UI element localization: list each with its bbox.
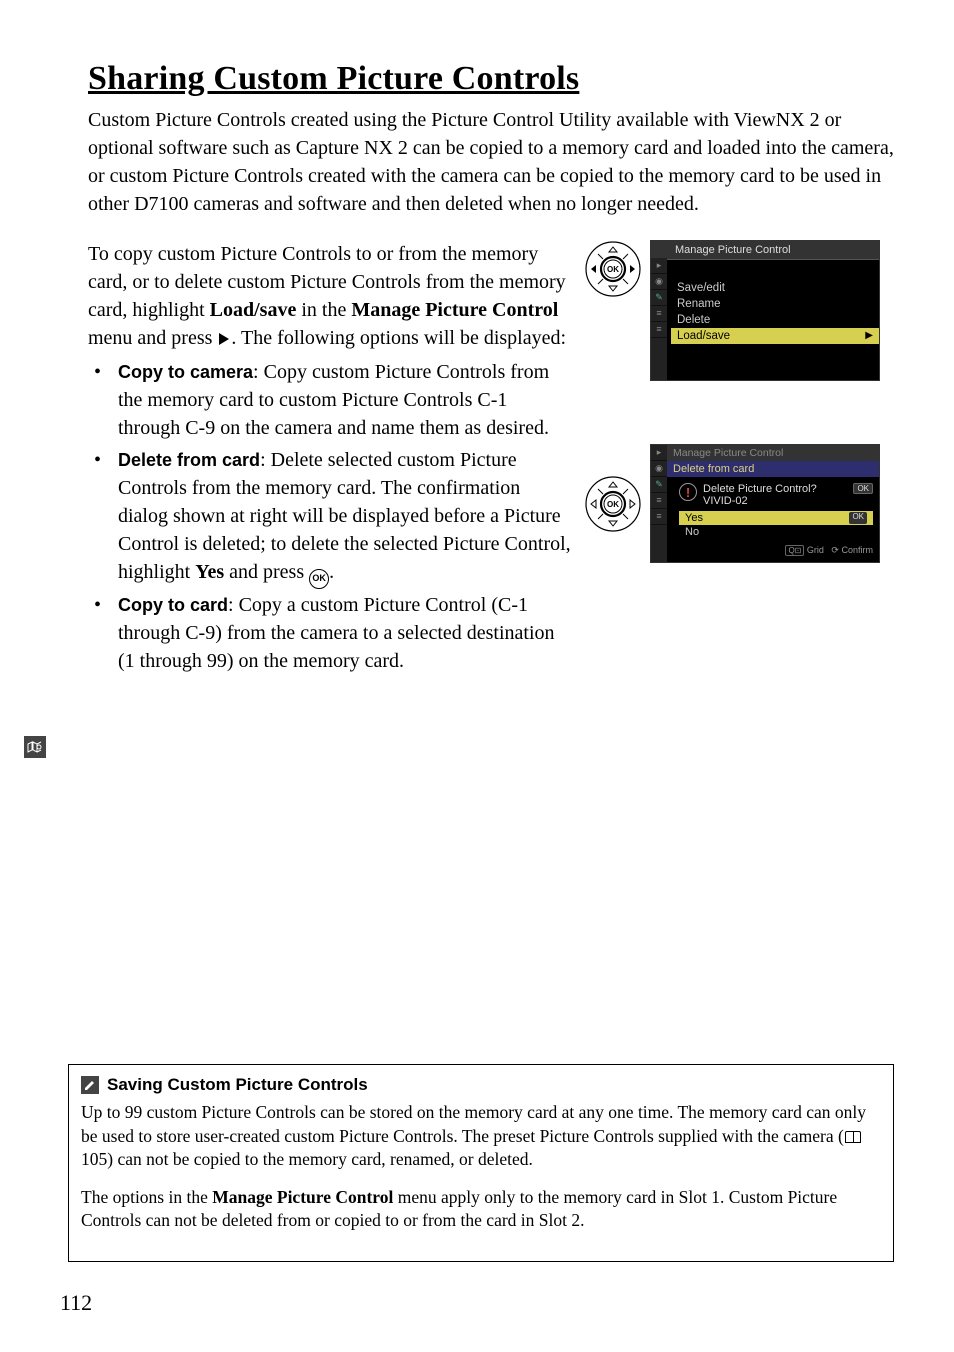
load-save-label: Load/save: [210, 299, 297, 321]
page-title: Sharing Custom Picture Controls: [88, 60, 894, 98]
intro-paragraph: Custom Picture Controls created using th…: [88, 106, 894, 218]
menu1-title: Manage Picture Control: [651, 241, 879, 260]
confirm-yes-label: Yes: [685, 512, 703, 524]
note-title: Saving Custom Picture Controls: [107, 1075, 368, 1095]
note-p2-pre: The options in the: [81, 1187, 212, 1207]
dpad-icon-2: OK: [584, 475, 642, 533]
chevron-right-icon: ▶: [865, 330, 873, 342]
manage-pc-label: Manage Picture Control: [351, 299, 558, 321]
side-icon-4: ≡: [651, 306, 667, 322]
menu1-item-0: Save/edit: [671, 280, 879, 296]
menu1-item-3: Load/save ▶: [671, 328, 879, 344]
footer-grid: Grid: [807, 545, 824, 555]
confirm-footer: Q⊡ Grid ⟳ Confirm: [651, 539, 879, 562]
menu-screenshot-2: Manage Picture Control Delete from card …: [650, 444, 880, 563]
para2-end: . The following options will be displaye…: [231, 327, 566, 349]
pencil-note-icon: [81, 1076, 99, 1094]
exclamation-icon: !: [679, 483, 697, 501]
instruction-paragraph: To copy custom Picture Controls to or fr…: [88, 240, 572, 352]
b3-lead: Copy to card: [118, 595, 228, 615]
m2-side-2: ◉: [651, 461, 667, 477]
m2-side-5: ≡: [651, 509, 667, 525]
bullet-delete-from-card: Delete from card: Delete selected custom…: [88, 446, 572, 589]
svg-text:OK: OK: [607, 265, 619, 274]
menu-side-icons: ▸ ◉ ✎ ≡ ≡: [651, 258, 667, 380]
svg-text:OK: OK: [607, 500, 619, 509]
menu1-item-3-label: Load/save: [677, 330, 730, 342]
menu1-item-2: Delete: [671, 312, 879, 328]
ok-tag-icon: OK: [853, 483, 873, 494]
menu2-subtitle: Delete from card: [651, 461, 879, 477]
bullet-copy-to-card: Copy to card: Copy a custom Picture Cont…: [88, 591, 572, 675]
right-triangle-icon: [219, 333, 229, 345]
b2-lead: Delete from card: [118, 450, 260, 470]
side-icon-5: ≡: [651, 322, 667, 338]
confirm-question: Delete Picture Control?: [703, 483, 817, 495]
section-marker-icon: [24, 736, 46, 758]
note-box: Saving Custom Picture Controls Up to 99 …: [68, 1064, 894, 1262]
note-p1-pre: Up to 99 custom Picture Controls can be …: [81, 1102, 866, 1146]
note-p2-bold: Manage Picture Control: [212, 1187, 393, 1207]
side-icon-1: ▸: [651, 258, 667, 274]
m2-side-1: ▸: [651, 445, 667, 461]
side-icon-3: ✎: [651, 290, 667, 306]
confirm-name: VIVID-02: [703, 495, 817, 507]
para2-mid: in the: [296, 299, 351, 321]
b2-yes: Yes: [195, 561, 224, 583]
confirm-arrow-icon: ⟳: [831, 545, 839, 555]
footer-confirm: Confirm: [841, 545, 873, 555]
ok-tag-icon-2: OK: [849, 512, 867, 524]
dpad-icon: OK: [584, 240, 642, 298]
ok-circle-icon: OK: [309, 569, 329, 589]
page-number: 112: [60, 1290, 92, 1316]
menu-screenshot-1: Manage Picture Control ▸ ◉ ✎ ≡ ≡ Save/ed…: [650, 240, 880, 381]
note-p1-ref: 105) can not be copied to the memory car…: [81, 1149, 533, 1169]
menu2-title: Manage Picture Control: [651, 445, 879, 461]
para2-post: menu and press: [88, 327, 217, 349]
bullet-copy-to-camera: Copy to camera: Copy custom Picture Cont…: [88, 358, 572, 442]
book-icon: [845, 1131, 861, 1143]
menu1-item-1: Rename: [671, 296, 879, 312]
confirm-no: No: [679, 525, 873, 539]
b2-rest-post: and press: [224, 561, 309, 583]
confirm-yes: Yes OK: [679, 511, 873, 525]
b1-lead: Copy to camera: [118, 362, 253, 382]
qual-badge-icon: Q⊡: [785, 545, 804, 556]
note-p2: The options in the Manage Picture Contro…: [81, 1186, 881, 1233]
side-icon-2: ◉: [651, 274, 667, 290]
note-p1: Up to 99 custom Picture Controls can be …: [81, 1101, 881, 1172]
